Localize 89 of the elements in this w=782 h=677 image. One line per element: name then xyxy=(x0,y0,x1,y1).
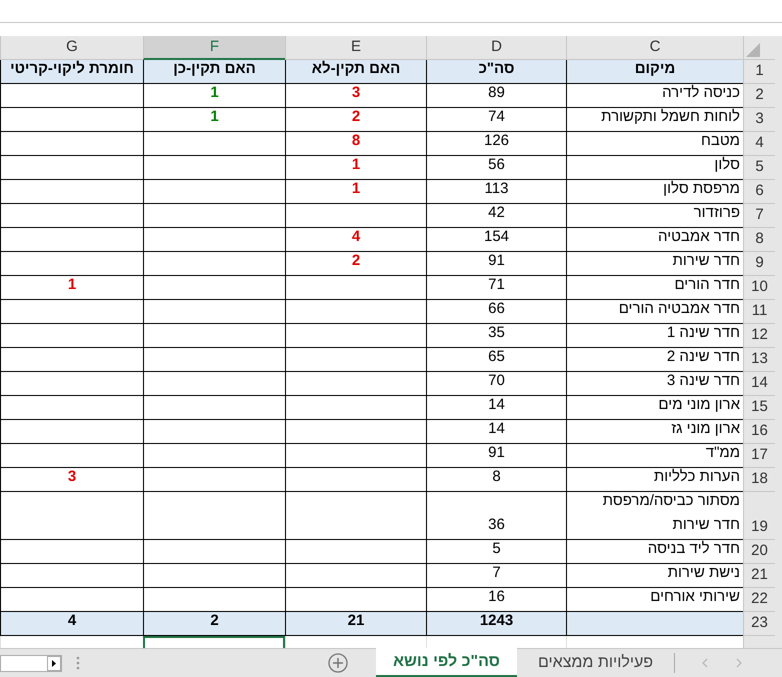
row-header[interactable]: 7 xyxy=(743,204,775,228)
row-header[interactable]: 12 xyxy=(743,324,775,348)
column-header[interactable]: C xyxy=(566,36,743,60)
table-cell: האם תקין-כן xyxy=(143,60,285,84)
row-header[interactable]: 1 xyxy=(743,60,775,84)
column-header[interactable]: G xyxy=(0,36,143,60)
row-header[interactable]: 15 xyxy=(743,396,775,420)
table-cell: ארון מוני מים xyxy=(566,396,743,420)
table-cell: 1 xyxy=(0,276,143,300)
table-cell: 65 xyxy=(426,348,566,372)
table-cell: 42 xyxy=(426,204,566,228)
table-cell: חדר אמבטיה הורים xyxy=(566,300,743,324)
table-cell: האם תקין-לא xyxy=(285,60,426,84)
row-header[interactable]: 8 xyxy=(743,228,775,252)
column-header[interactable]: E xyxy=(285,36,426,60)
row-header[interactable]: 17 xyxy=(743,444,775,468)
table-cell: סלון xyxy=(566,156,743,180)
table-cell: 3 xyxy=(285,84,426,108)
table-cell: 91 xyxy=(426,252,566,276)
table-cell: 2 xyxy=(285,252,426,276)
table-cell: 74 xyxy=(426,108,566,132)
table-cell: 8 xyxy=(285,132,426,156)
table-cell: חדר ליד בניסה xyxy=(566,540,743,564)
table-cell: חדר שינה 3 xyxy=(566,372,743,396)
table-cell: מרפסת סלון xyxy=(566,180,743,204)
column-header[interactable]: F xyxy=(143,36,285,60)
table-cell: מסתור כביסה/מרפסת חדר שירות xyxy=(566,492,743,540)
column-header[interactable]: D xyxy=(426,36,566,60)
row-header[interactable]: 23 xyxy=(743,612,775,636)
table-cell: 35 xyxy=(426,324,566,348)
table-cell: פרוזדור xyxy=(566,204,743,228)
table-cell: 1 xyxy=(143,108,285,132)
table-cell: 113 xyxy=(426,180,566,204)
table-cell: 154 xyxy=(426,228,566,252)
sheet-tab[interactable]: סה"כ לפי נושא xyxy=(376,648,517,677)
row-header[interactable]: 9 xyxy=(743,252,775,276)
table-cell: חדר שירות xyxy=(566,252,743,276)
table-cell: 1 xyxy=(143,84,285,108)
table-cell: חדר שינה 1 xyxy=(566,324,743,348)
table-cell: חדר הורים xyxy=(566,276,743,300)
row-header[interactable]: 16 xyxy=(743,420,775,444)
table-cell: 5 xyxy=(426,540,566,564)
table-cell: כניסה לדירה xyxy=(566,84,743,108)
row-header[interactable]: 22 xyxy=(743,588,775,612)
table-cell: חומרת ליקוי-קריטי xyxy=(0,60,143,84)
table-cell: 1243 xyxy=(426,612,566,636)
row-header[interactable]: 5 xyxy=(743,156,775,180)
table-cell: 89 xyxy=(426,84,566,108)
row-header[interactable]: 19 xyxy=(743,492,775,540)
table-cell: 8 xyxy=(426,468,566,492)
table-cell: 14 xyxy=(426,396,566,420)
table-cell: 126 xyxy=(426,132,566,156)
table-cell: 1 xyxy=(285,156,426,180)
table-cell: לוחות חשמל ותקשורת xyxy=(566,108,743,132)
table-cell: 66 xyxy=(426,300,566,324)
row-header[interactable]: 10 xyxy=(743,276,775,300)
table-cell: 14 xyxy=(426,420,566,444)
row-header[interactable]: 14 xyxy=(743,372,775,396)
table-cell: 2 xyxy=(143,612,285,636)
table-cell: חדר שינה 2 xyxy=(566,348,743,372)
table-cell: ארון מוני גז xyxy=(566,420,743,444)
row-header[interactable]: 3 xyxy=(743,108,775,132)
row-header[interactable]: 20 xyxy=(743,540,775,564)
row-header[interactable]: 6 xyxy=(743,180,775,204)
table-cell: 1 xyxy=(285,180,426,204)
table-cell: מטבח xyxy=(566,132,743,156)
row-header[interactable]: 13 xyxy=(743,348,775,372)
table-cell: 56 xyxy=(426,156,566,180)
table-cell: 4 xyxy=(0,612,143,636)
table-cell: 36 xyxy=(426,492,566,540)
table-cell: סה"כ xyxy=(426,60,566,84)
table-cell: 21 xyxy=(285,612,426,636)
table-cell: 70 xyxy=(426,372,566,396)
table-cell: הערות כלליות xyxy=(566,468,743,492)
table-cell: מיקום xyxy=(566,60,743,84)
table-cell: 7 xyxy=(426,564,566,588)
table-cell: נישת שירות xyxy=(566,564,743,588)
table-cell: 3 xyxy=(0,468,143,492)
table-cell: 2 xyxy=(285,108,426,132)
row-header[interactable]: 11 xyxy=(743,300,775,324)
table-cell: ממ"ד xyxy=(566,444,743,468)
row-header[interactable]: 21 xyxy=(743,564,775,588)
table-cell: חדר אמבטיה xyxy=(566,228,743,252)
row-header[interactable]: 18 xyxy=(743,468,775,492)
table-cell: 91 xyxy=(426,444,566,468)
table-cell: 4 xyxy=(285,228,426,252)
row-header[interactable]: 2 xyxy=(743,84,775,108)
row-header[interactable]: 4 xyxy=(743,132,775,156)
table-cell: 71 xyxy=(426,276,566,300)
